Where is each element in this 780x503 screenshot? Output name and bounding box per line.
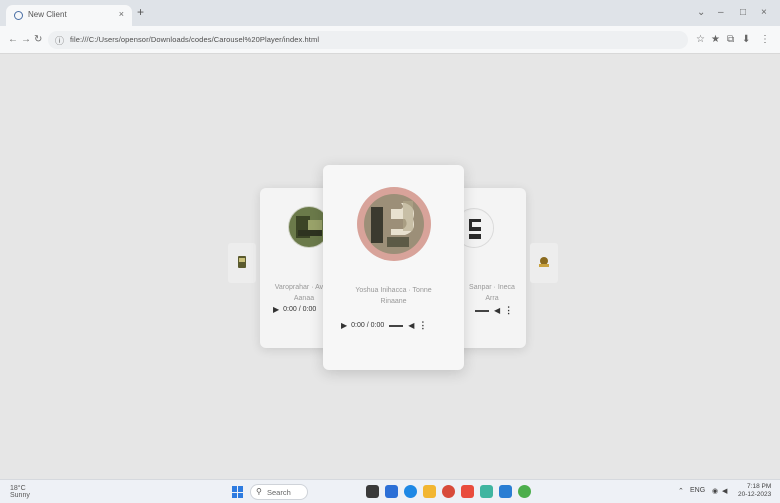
tab-search-icon[interactable]: ⌄ (697, 7, 705, 18)
edge-icon[interactable] (404, 485, 417, 498)
wifi-icon[interactable]: ◉ (712, 487, 718, 495)
audio-player-right: ◀ ⋮ (470, 305, 513, 316)
album-art-center (358, 188, 430, 260)
site-info-icon[interactable]: ⓘ (55, 34, 64, 47)
maximize-button[interactable]: □ (740, 7, 746, 18)
carousel-card-center[interactable]: Yoshua Inihacca · Tonne Rinaane ▶ 0:00 /… (323, 165, 464, 370)
search-icon: ⚲ (256, 487, 262, 496)
volume-icon[interactable]: ◀ (494, 306, 500, 315)
chrome-icon[interactable] (442, 485, 455, 498)
browser-app-icon[interactable] (518, 485, 531, 498)
tray-chevron-icon[interactable]: ⌃ (678, 487, 684, 495)
audio-player-center: ▶ 0:00 / 0:00 ◀ ⋮ (341, 320, 427, 331)
copilot-icon[interactable] (385, 485, 398, 498)
page-viewport: Varoprahar · Avaar Aanaa ▶ 0:00 / 0:00 S… (0, 55, 780, 479)
office-icon[interactable] (461, 485, 474, 498)
taskbar-search[interactable]: ⚲ Search (250, 484, 308, 500)
time-readout-left: 0:00 / 0:00 (283, 306, 317, 313)
song-title-center-line2: Rinaane (380, 298, 407, 305)
app-icon[interactable] (480, 485, 493, 498)
clock-date: 20-12-2023 (738, 491, 772, 498)
browser-tab[interactable]: New Client × (6, 5, 132, 26)
album-disc-center (357, 187, 431, 261)
url-text[interactable]: file:///C:/Users/opensor/Downloads/codes… (70, 35, 319, 44)
new-tab-button[interactable]: + (137, 6, 144, 18)
play-icon[interactable]: ▶ (341, 321, 347, 330)
system-clock[interactable]: 7:18 PM 20-12-2023 (738, 483, 771, 499)
browser-tab-strip: New Client × + ⌄ – □ × (0, 0, 780, 26)
language-indicator[interactable]: ENG (690, 487, 705, 494)
audio-player-left: ▶ 0:00 / 0:00 (273, 305, 316, 314)
album-art-icon (238, 256, 246, 268)
forward-button[interactable]: → (21, 35, 31, 45)
start-menu-icon[interactable] (232, 486, 244, 498)
volume-icon[interactable]: ◀ (408, 321, 414, 330)
album-art-icon (539, 257, 549, 267)
carousel-card-far-right[interactable] (530, 243, 558, 283)
task-view-icon[interactable] (366, 485, 379, 498)
close-window-button[interactable]: × (761, 7, 767, 18)
address-toolbar: ← → ↻ ⓘ file:///C:/Users/opensor/Downloa… (0, 26, 780, 54)
tab-title: New Client (28, 10, 67, 19)
time-readout-center: 0:00 / 0:00 (351, 322, 385, 329)
volume-slider[interactable] (475, 309, 489, 312)
speaker-icon[interactable]: ◀ (722, 487, 727, 495)
taskbar: 18°C Sunny ⚲ Search ⌃ ENG ◉ ◀ 7:18 PM 20… (0, 479, 780, 503)
minimize-button[interactable]: – (718, 7, 724, 18)
weather-temp: 18°C (10, 485, 26, 492)
weather-widget[interactable]: 18°C Sunny (10, 485, 30, 499)
play-icon[interactable]: ▶ (273, 305, 279, 314)
back-button[interactable]: ← (8, 35, 18, 45)
bookmark-icon[interactable]: ☆ (696, 34, 705, 45)
globe-icon (14, 11, 23, 20)
song-title-right: Sanpar · Ineca Arra (460, 282, 524, 304)
more-options-icon[interactable]: ⋮ (504, 305, 513, 316)
file-explorer-icon[interactable] (423, 485, 436, 498)
more-options-icon[interactable]: ⋮ (418, 320, 427, 331)
address-bar[interactable]: ⓘ file:///C:/Users/opensor/Downloads/cod… (48, 31, 688, 49)
song-title-center-line1: Yoshua Inihacca · Tonne (355, 287, 432, 294)
clock-time: 7:18 PM (747, 483, 772, 490)
weather-desc: Sunny (10, 492, 30, 499)
reload-button[interactable]: ↻ (34, 35, 42, 45)
sidepanel-icon[interactable]: ⧉ (727, 34, 734, 45)
extension-icon[interactable]: ★ (711, 34, 720, 45)
song-title-right-line2: Arra (485, 295, 499, 302)
taskbar-search-placeholder: Search (267, 488, 291, 497)
download-icon[interactable]: ⬇ (742, 34, 750, 45)
browser-menu-icon[interactable]: ⋮ (760, 34, 770, 45)
carousel-card-far-left[interactable] (228, 243, 256, 283)
tab-close-button[interactable]: × (119, 9, 124, 19)
progress-slider[interactable] (389, 324, 404, 327)
vscode-icon[interactable] (499, 485, 512, 498)
song-title-right-line1: Sanpar · Ineca (469, 284, 515, 291)
song-title-center: Yoshua Inihacca · Tonne Rinaane (333, 285, 454, 307)
